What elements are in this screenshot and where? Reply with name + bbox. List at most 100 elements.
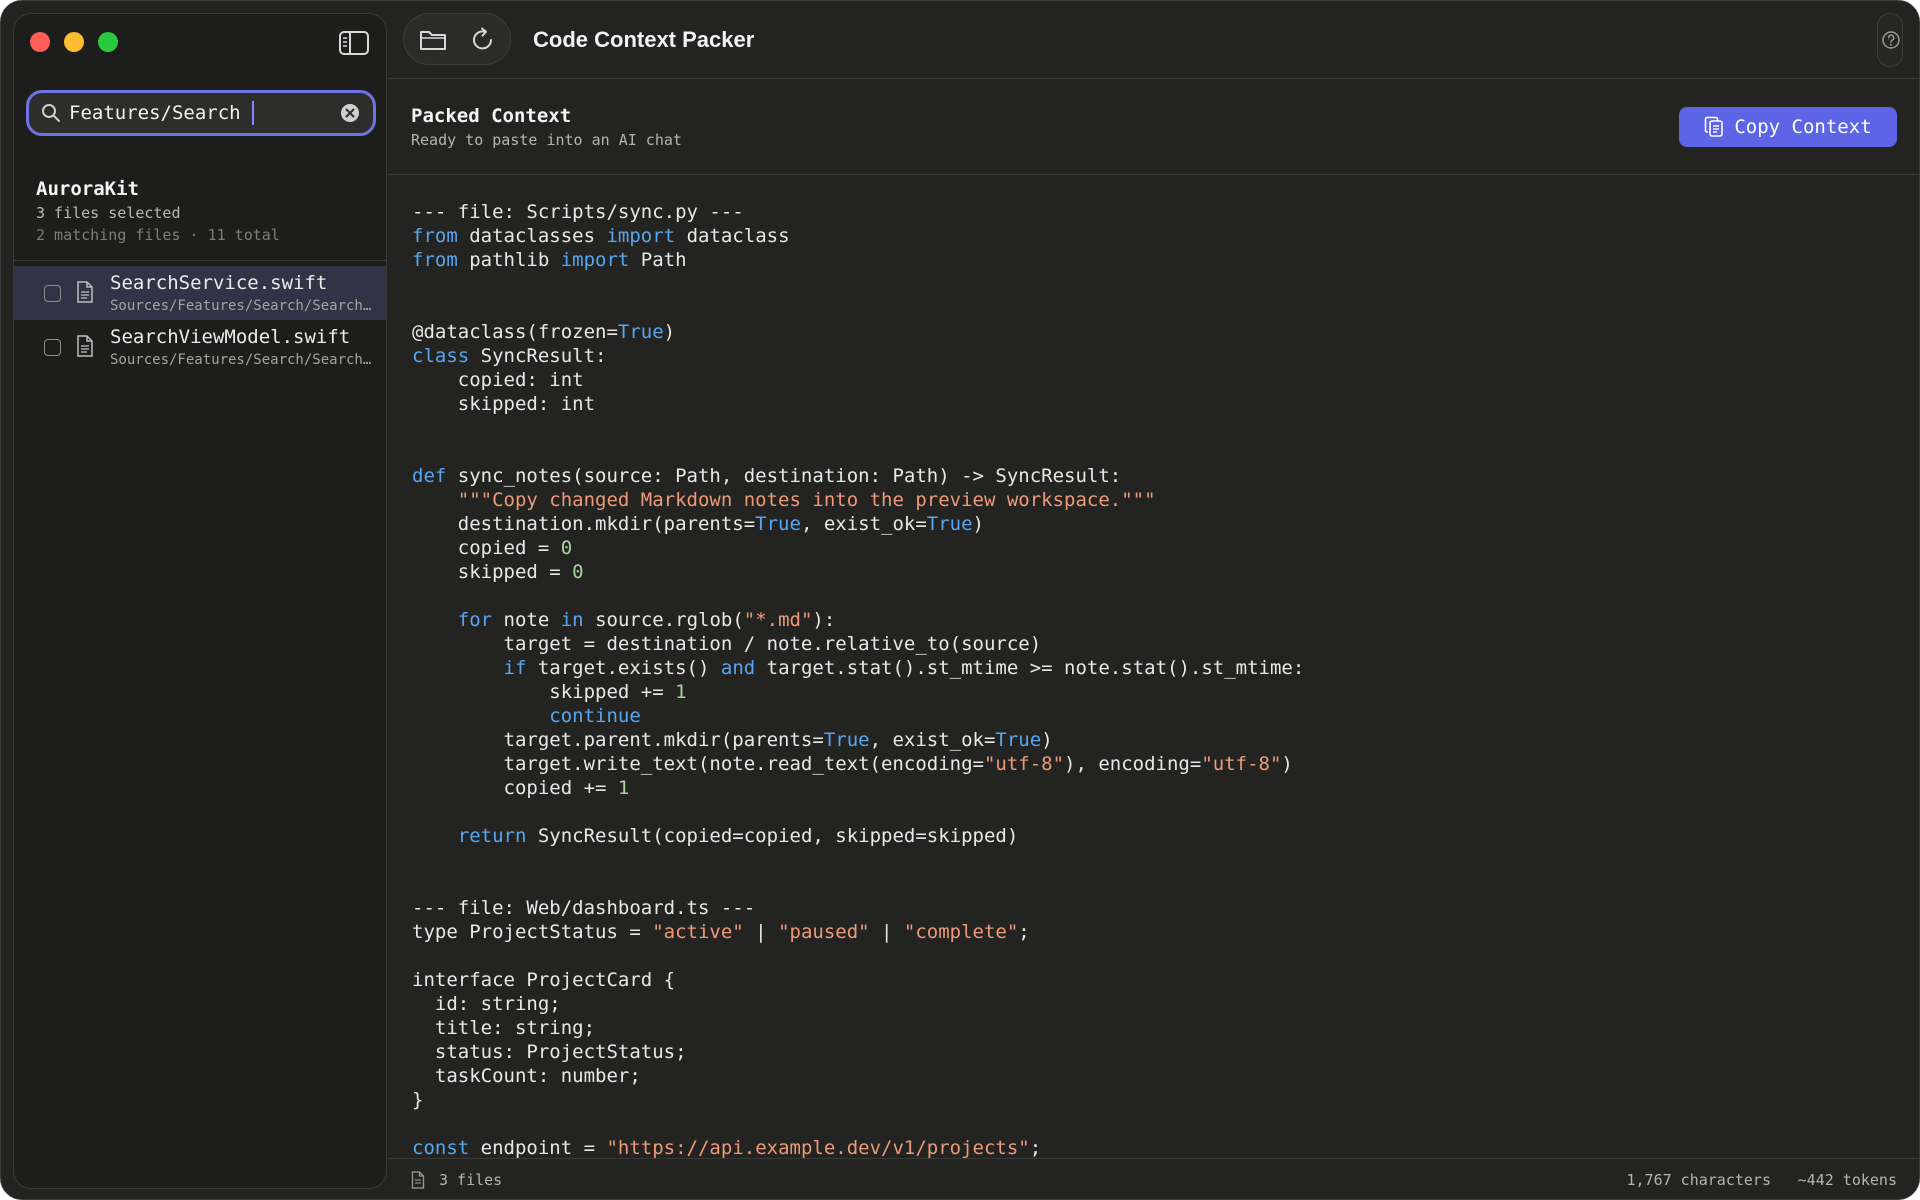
code-token: endpoint = xyxy=(469,1137,607,1158)
code-line: from pathlib import Path xyxy=(412,248,1304,272)
code-token: """Copy changed Markdown notes into the … xyxy=(457,489,1156,511)
code-token: 0 xyxy=(572,561,584,583)
code-token: SyncResult(copied=copied, skipped=skippe… xyxy=(526,825,1019,847)
code-token: | xyxy=(743,921,779,943)
code-token: if xyxy=(503,657,527,679)
status-character-count: 1,767 characters xyxy=(1626,1171,1772,1189)
code-token: from xyxy=(412,225,458,247)
code-token: target.parent.mkdir(parents= xyxy=(412,729,824,751)
code-token: sync_notes(source: Path, destination: Pa… xyxy=(446,465,1122,487)
search-field[interactable] xyxy=(26,90,376,136)
code-token: dataclasses xyxy=(457,225,607,247)
code-token: title: string; xyxy=(412,1017,596,1039)
close-window-button[interactable] xyxy=(30,32,50,52)
code-token: --- file: Scripts/sync.py --- xyxy=(412,201,744,223)
code-line: interface ProjectCard { xyxy=(412,968,1304,992)
code-line: taskCount: number; xyxy=(412,1064,1304,1088)
help-button[interactable] xyxy=(1877,13,1903,67)
copy-context-label: Copy Context xyxy=(1734,116,1872,138)
code-token: target.stat().st_mtime >= note.stat().st… xyxy=(755,657,1305,679)
code-token: "complete" xyxy=(903,921,1019,943)
code-line: if target.exists() and target.stat().st_… xyxy=(412,656,1305,680)
copy-context-button[interactable]: Copy Context xyxy=(1679,107,1897,147)
code-token: ) xyxy=(972,513,984,535)
code-token: } xyxy=(412,1089,424,1111)
status-file-count: 3 files xyxy=(439,1171,503,1189)
code-token: destination.mkdir(parents= xyxy=(412,513,756,535)
code-line: destination.mkdir(parents=True, exist_ok… xyxy=(412,512,1304,536)
minimize-window-button[interactable] xyxy=(64,32,84,52)
code-token: continue xyxy=(549,705,641,727)
refresh-icon[interactable] xyxy=(468,26,498,54)
document-icon xyxy=(411,1171,425,1189)
code-token: 1 xyxy=(617,777,630,799)
project-name: AuroraKit xyxy=(36,178,139,200)
help-icon[interactable] xyxy=(1881,30,1901,50)
code-token: type ProjectStatus = xyxy=(412,921,653,943)
code-token: class xyxy=(412,345,470,367)
code-token: True xyxy=(617,321,664,343)
code-line: return SyncResult(copied=copied, skipped… xyxy=(412,824,1304,848)
code-token: --- file: Web/dashboard.ts --- xyxy=(412,897,756,919)
code-token: ): xyxy=(812,609,836,631)
code-token: skipped = xyxy=(412,561,573,583)
code-token: for xyxy=(457,609,493,631)
code-line: target.write_text(note.read_text(encodin… xyxy=(412,752,1304,776)
code-token: , exist_ok= xyxy=(869,729,996,751)
code-line: --- file: Scripts/sync.py --- xyxy=(412,200,1304,224)
file-path: Sources/Features/Search/SearchService.sw… xyxy=(110,298,374,314)
file-checkbox[interactable] xyxy=(44,285,61,302)
code-line: continue xyxy=(412,704,1304,728)
code-token: "paused" xyxy=(778,921,870,943)
clear-search-icon[interactable] xyxy=(339,102,361,124)
sidebar-toggle-icon[interactable] xyxy=(338,30,370,56)
file-name: SearchViewModel.swift xyxy=(110,326,351,348)
toolbar: Code Context Packer xyxy=(387,1,1919,79)
app-window: AuroraKit 3 files selected 2 matching fi… xyxy=(0,0,1920,1200)
code-token: copied += xyxy=(412,777,618,799)
search-input[interactable] xyxy=(69,102,254,124)
code-token: True xyxy=(823,729,870,751)
search-icon xyxy=(42,104,60,122)
app-title: Code Context Packer xyxy=(533,27,755,52)
code-line: target.parent.mkdir(parents=True, exist_… xyxy=(412,728,1304,752)
code-token: | xyxy=(869,921,904,943)
code-line: for note in source.rglob("*.md"): xyxy=(412,608,1304,632)
code-token: SyncResult: xyxy=(469,345,607,367)
code-token: const xyxy=(412,1137,470,1158)
code-token: "utf-8" xyxy=(983,753,1065,775)
code-token: "*.md" xyxy=(743,609,813,631)
file-checkbox[interactable] xyxy=(44,339,61,356)
text-caret xyxy=(252,101,254,125)
code-line: skipped += 1 xyxy=(412,680,1304,704)
file-name: SearchService.swift xyxy=(110,272,328,294)
code-token: import xyxy=(560,249,630,271)
file-row-search-view-model[interactable]: SearchViewModel.swift Sources/Features/S… xyxy=(14,320,386,374)
code-token: copied: int xyxy=(412,369,584,391)
file-path: Sources/Features/Search/SearchViewModel.… xyxy=(110,352,374,368)
code-line: def sync_notes(source: Path, destination… xyxy=(412,464,1304,488)
zoom-window-button[interactable] xyxy=(98,32,118,52)
code-line: skipped = 0 xyxy=(412,560,1304,584)
sidebar: AuroraKit 3 files selected 2 matching fi… xyxy=(13,13,387,1189)
code-preview[interactable]: --- file: Scripts/sync.py --- from datacl… xyxy=(387,176,1919,1158)
code-token: skipped: int xyxy=(412,393,596,415)
status-bar: 3 files 1,767 characters ~442 tokens xyxy=(387,1158,1919,1199)
code-token: def xyxy=(412,465,447,487)
code-token: @dataclass(frozen= xyxy=(412,321,618,343)
folder-icon[interactable] xyxy=(418,26,448,54)
code-token: ), encoding= xyxy=(1064,753,1202,775)
code-line: status: ProjectStatus; xyxy=(412,1040,1304,1064)
code-token: copied = xyxy=(412,537,561,559)
content-header: Packed Context Ready to paste into an AI… xyxy=(387,79,1919,175)
file-row-search-service[interactable]: SearchService.swift Sources/Features/Sea… xyxy=(14,266,386,320)
code-line: skipped: int xyxy=(412,392,1304,416)
